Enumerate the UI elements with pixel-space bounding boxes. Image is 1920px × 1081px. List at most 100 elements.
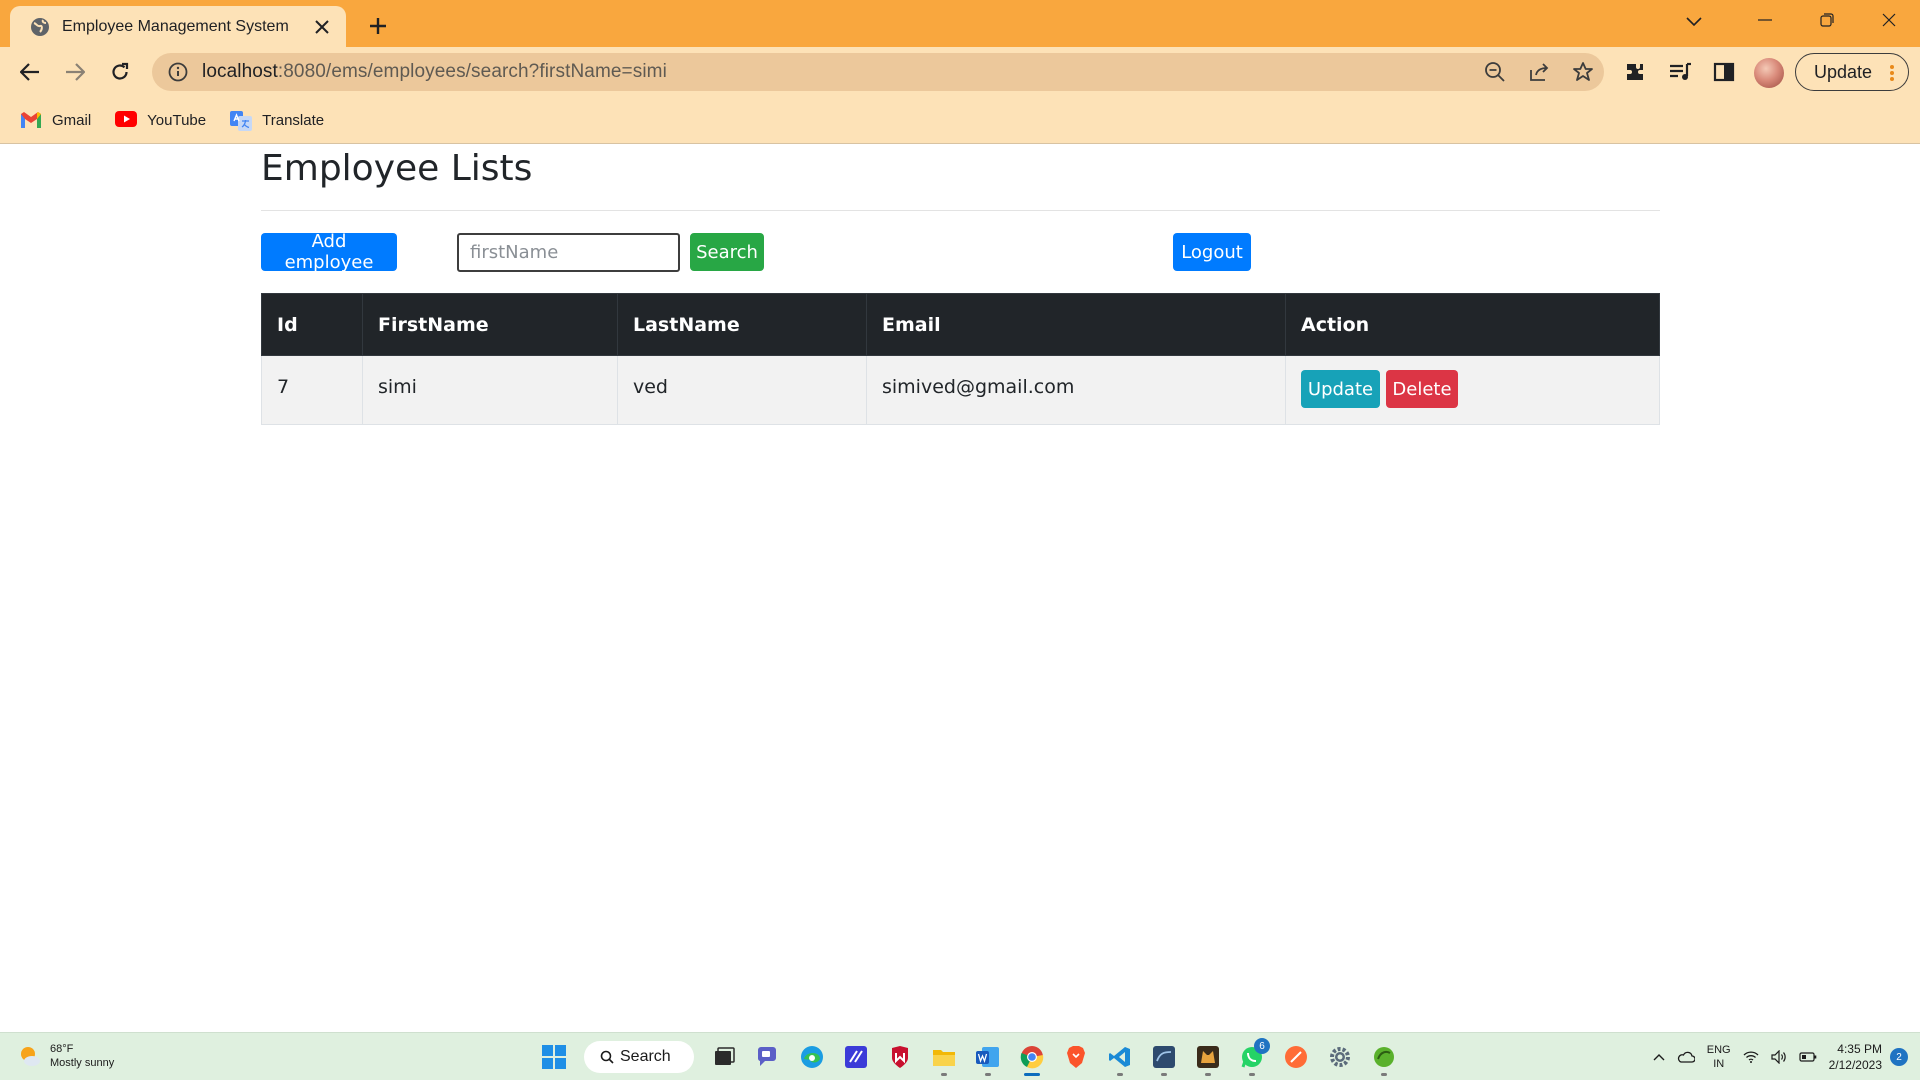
system-tray: ENG IN 4:35 PM 2/12/2023 2 — [1647, 1033, 1920, 1081]
taskbar-apps: Search 6 — [532, 1033, 1406, 1081]
column-header-action: Action — [1285, 293, 1660, 356]
cell-id: 7 — [261, 355, 363, 425]
address-bar[interactable]: localhost:8080/ems/employees/search?firs… — [152, 53, 1604, 91]
browser-update-button[interactable]: Update — [1795, 53, 1909, 91]
sun-cloud-icon — [18, 1044, 42, 1068]
page-container: Employee Lists Add employee Search Logou… — [261, 145, 1660, 425]
lang-bottom: IN — [1713, 1058, 1725, 1070]
task-view-icon[interactable] — [702, 1035, 746, 1079]
translate-icon — [230, 111, 253, 131]
bookmark-youtube[interactable]: YouTube — [115, 111, 206, 129]
gmail-icon — [20, 111, 42, 129]
mysql-workbench-icon[interactable] — [1142, 1035, 1186, 1079]
brave-icon[interactable] — [1054, 1035, 1098, 1079]
column-header-email: Email — [866, 293, 1286, 356]
clock-date: 2/12/2023 — [1828, 1058, 1882, 1072]
browser-toolbar: localhost:8080/ems/employees/search?firs… — [0, 47, 1920, 97]
page-title: Employee Lists — [261, 148, 533, 189]
edge-icon[interactable] — [790, 1035, 834, 1079]
globe-icon — [30, 17, 50, 37]
forward-button[interactable] — [57, 54, 93, 90]
bookmark-youtube-label: YouTube — [147, 111, 207, 129]
browser-tab-active[interactable]: Employee Management System — [10, 6, 346, 47]
wifi-icon[interactable] — [1737, 1033, 1765, 1081]
share-icon[interactable] — [1528, 61, 1550, 83]
column-header-lastname: LastName — [617, 293, 867, 356]
table-header-row: Id FirstName LastName Email Action — [261, 293, 1660, 356]
whatsapp-icon[interactable]: 6 — [1230, 1035, 1274, 1079]
bookmark-translate[interactable]: Translate — [230, 111, 325, 131]
url-path: :8080/ems/employees/search?firstName=sim… — [277, 61, 667, 82]
browser-tab-strip: Employee Management System — [0, 0, 1920, 47]
studio-app-icon[interactable] — [834, 1035, 878, 1079]
weather-widget[interactable]: 68°F Mostly sunny — [18, 1042, 114, 1070]
battery-icon[interactable] — [1793, 1033, 1823, 1081]
controls-row: Add employee Search Logout — [261, 211, 1660, 293]
reload-button[interactable] — [102, 54, 138, 90]
chevron-up-icon[interactable] — [1647, 1033, 1671, 1081]
tab-title: Employee Management System — [62, 17, 289, 35]
vscode-icon[interactable] — [1098, 1035, 1142, 1079]
update-employee-button[interactable]: Update — [1301, 370, 1380, 408]
bookmark-gmail[interactable]: Gmail — [20, 111, 91, 129]
language-indicator[interactable]: ENG IN — [1701, 1033, 1737, 1081]
notification-badge[interactable]: 2 — [1890, 1048, 1908, 1066]
delete-employee-button[interactable]: Delete — [1386, 370, 1458, 408]
back-button[interactable] — [12, 54, 48, 90]
employee-table: Id FirstName LastName Email Action 7 sim… — [261, 293, 1660, 425]
bookmark-star-icon[interactable] — [1572, 61, 1594, 83]
cell-last-name: ved — [617, 355, 867, 425]
start-button[interactable] — [532, 1035, 576, 1079]
taskbar-search-label: Search — [620, 1048, 671, 1065]
logout-button[interactable]: Logout — [1173, 233, 1251, 271]
column-header-firstname: FirstName — [362, 293, 618, 356]
column-header-id: Id — [261, 293, 363, 356]
spring-tool-suite-icon[interactable] — [1362, 1035, 1406, 1079]
cell-action: Update Delete — [1285, 355, 1660, 425]
restore-window-button[interactable] — [1796, 0, 1858, 40]
word-icon[interactable] — [966, 1035, 1010, 1079]
zoom-icon[interactable] — [1484, 61, 1506, 83]
search-input[interactable] — [457, 233, 680, 272]
taskbar-search[interactable]: Search — [584, 1041, 694, 1073]
url-text: localhost:8080/ems/employees/search?firs… — [202, 61, 667, 83]
chrome-icon[interactable] — [1010, 1035, 1054, 1079]
profile-avatar[interactable] — [1754, 58, 1784, 88]
cell-first-name: simi — [362, 355, 618, 425]
weather-desc: Mostly sunny — [50, 1057, 115, 1069]
lang-top: ENG — [1706, 1044, 1731, 1056]
windows-taskbar: 68°F Mostly sunny Search 6 ENG IN 4:35 P… — [0, 1032, 1920, 1080]
url-host: localhost — [202, 61, 278, 82]
weather-temp: 68°F — [50, 1043, 74, 1055]
media-queue-icon[interactable] — [1666, 58, 1694, 86]
file-explorer-icon[interactable] — [922, 1035, 966, 1079]
bookmark-gmail-label: Gmail — [52, 111, 92, 129]
table-row: 7 simi ved simived@gmail.com Update Dele… — [261, 355, 1660, 425]
search-button[interactable]: Search — [690, 233, 764, 271]
settings-gear-icon[interactable] — [1318, 1035, 1362, 1079]
minimize-window-button[interactable] — [1734, 0, 1796, 40]
whatsapp-badge: 6 — [1254, 1038, 1270, 1054]
menu-dots-icon[interactable] — [1890, 65, 1894, 81]
close-tab-icon[interactable] — [312, 17, 332, 37]
bookmark-translate-label: Translate — [262, 111, 325, 129]
new-tab-button[interactable] — [364, 12, 392, 40]
add-employee-button[interactable]: Add employee — [261, 231, 397, 273]
tomcat-icon[interactable] — [1186, 1035, 1230, 1079]
clock[interactable]: 4:35 PM 2/12/2023 — [1823, 1033, 1890, 1081]
tab-search-button[interactable] — [1680, 8, 1708, 36]
volume-icon[interactable] — [1765, 1033, 1793, 1081]
onedrive-cloud-icon[interactable] — [1671, 1033, 1701, 1081]
postman-icon[interactable] — [1274, 1035, 1318, 1079]
cell-email: simived@gmail.com — [866, 355, 1286, 425]
close-window-button[interactable] — [1858, 0, 1920, 40]
mcafee-icon[interactable] — [878, 1035, 922, 1079]
search-icon — [600, 1050, 614, 1064]
web-page: Employee Lists Add employee Search Logou… — [0, 145, 1920, 1032]
site-info-icon[interactable] — [168, 62, 188, 82]
clock-time: 4:35 PM — [1837, 1042, 1882, 1056]
teams-chat-icon[interactable] — [746, 1035, 790, 1079]
youtube-icon — [115, 111, 138, 129]
extensions-icon[interactable] — [1621, 58, 1649, 86]
side-panel-icon[interactable] — [1710, 58, 1738, 86]
